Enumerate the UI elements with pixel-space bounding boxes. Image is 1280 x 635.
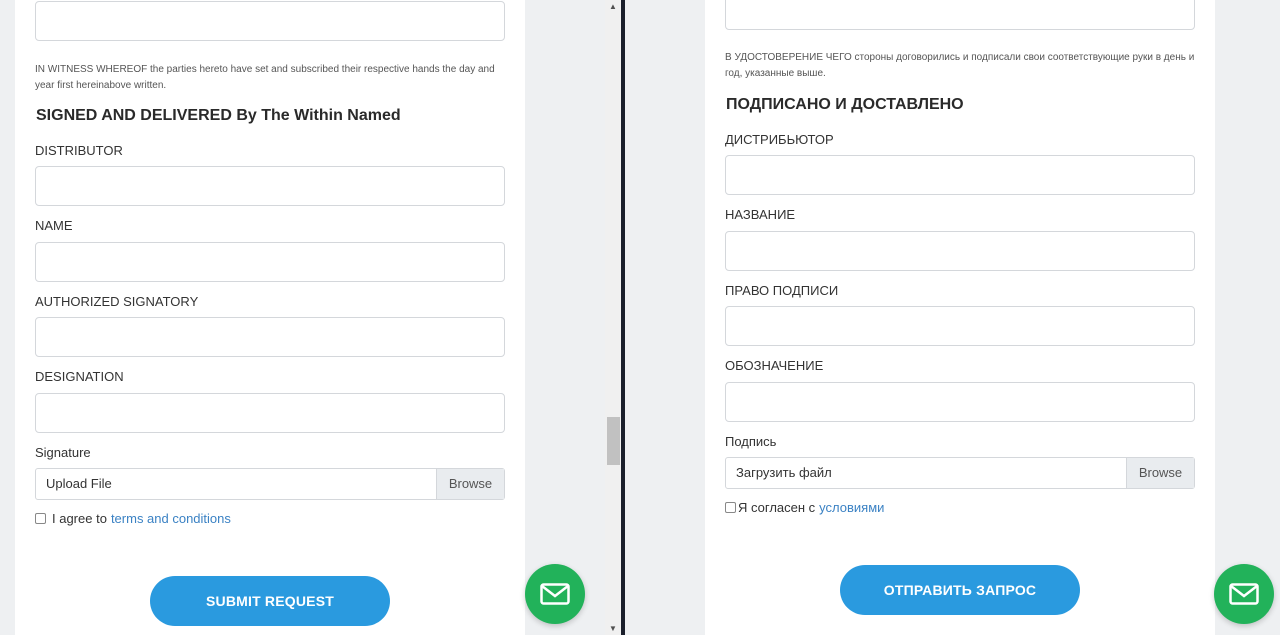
name-input[interactable]	[35, 242, 505, 282]
agree-checkbox[interactable]	[725, 502, 736, 513]
authorized-signatory-input[interactable]	[725, 306, 1195, 346]
agree-text: Я согласен с	[738, 500, 816, 515]
submit-request-button[interactable]: SUBMIT REQUEST	[150, 576, 390, 626]
agree-text: I agree to	[52, 511, 107, 526]
submit-request-button[interactable]: ОТПРАВИТЬ ЗАПРОС	[840, 565, 1080, 615]
designation-input[interactable]	[35, 393, 505, 433]
distributor-input[interactable]	[725, 155, 1195, 195]
agree-checkbox[interactable]	[35, 513, 46, 524]
witness-text: IN WITNESS WHEREOF the parties hereto ha…	[35, 64, 495, 91]
signature-file-upload[interactable]: Загрузить файл Browse	[725, 457, 1195, 489]
previous-field-input[interactable]	[725, 0, 1195, 30]
form-card: IN WITNESS WHEREOF the parties hereto ha…	[15, 0, 525, 635]
designation-label: DESIGNATION	[35, 369, 124, 384]
browse-button[interactable]: Browse	[436, 469, 504, 499]
designation-input[interactable]	[725, 382, 1195, 422]
browse-button[interactable]: Browse	[1126, 458, 1194, 488]
scroll-up-arrow-icon[interactable]: ▲	[609, 2, 617, 11]
upload-file-placeholder: Загрузить файл	[736, 465, 832, 480]
authorized-signatory-input[interactable]	[35, 317, 505, 357]
terms-and-conditions-link[interactable]: terms and conditions	[111, 511, 231, 526]
contact-mail-button[interactable]	[1214, 564, 1274, 624]
form-card: В УДОСТОВЕРЕНИЕ ЧЕГО стороны договорилис…	[705, 0, 1215, 635]
signature-label: Signature	[35, 445, 91, 460]
terms-and-conditions-link[interactable]: условиями	[819, 500, 884, 515]
witness-text: В УДОСТОВЕРЕНИЕ ЧЕГО стороны договорилис…	[725, 52, 1195, 79]
authorized-signatory-label: ПРАВО ПОДПИСИ	[725, 283, 839, 298]
authorized-signatory-label: AUTHORIZED SIGNATORY	[35, 294, 199, 309]
distributor-label: DISTRIBUTOR	[35, 143, 123, 158]
agree-terms-row: I agree to terms and conditions	[35, 511, 231, 526]
signed-delivered-heading: ПОДПИСАНО И ДОСТАВЛЕНО	[726, 96, 964, 113]
upload-file-placeholder: Upload File	[46, 476, 112, 491]
contact-mail-button[interactable]	[525, 564, 585, 624]
vertical-scrollbar[interactable]: ▲ ▼	[605, 0, 622, 635]
scroll-down-arrow-icon[interactable]: ▼	[609, 624, 617, 633]
signature-file-upload[interactable]: Upload File Browse	[35, 468, 505, 500]
signature-label: Подпись	[725, 434, 777, 449]
designation-label: ОБОЗНАЧЕНИЕ	[725, 358, 824, 373]
signed-delivered-heading: SIGNED AND DELIVERED By The Within Named	[36, 107, 401, 124]
russian-form-pane: В УДОСТОВЕРЕНИЕ ЧЕГО стороны договорилис…	[625, 0, 1280, 635]
name-label: NAME	[35, 218, 73, 233]
distributor-label: ДИСТРИБЬЮТОР	[725, 132, 834, 147]
agree-terms-row: Я согласен с условиями	[725, 500, 884, 515]
mail-icon	[1229, 583, 1259, 605]
scrollbar-thumb[interactable]	[607, 417, 620, 465]
distributor-input[interactable]	[35, 166, 505, 206]
name-input[interactable]	[725, 231, 1195, 271]
name-label: НАЗВАНИЕ	[725, 207, 796, 222]
english-form-pane: IN WITNESS WHEREOF the parties hereto ha…	[0, 0, 622, 635]
mail-icon	[540, 583, 570, 605]
previous-field-input[interactable]	[35, 1, 505, 41]
